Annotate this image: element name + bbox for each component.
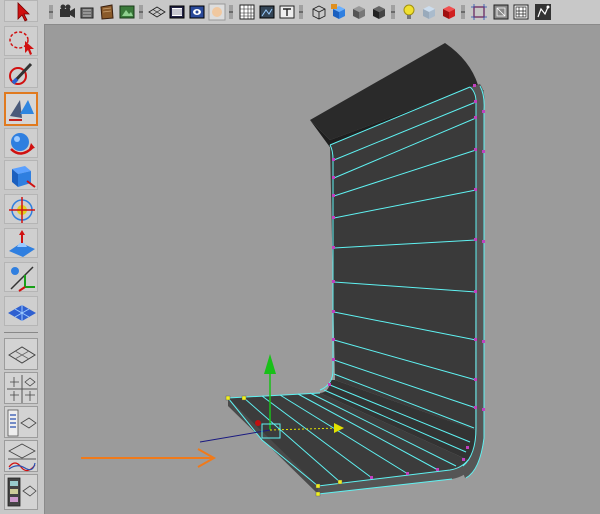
toolbar-separator <box>228 3 234 21</box>
hypershade-perspective-layout-button[interactable] <box>4 474 38 510</box>
perspective-viewport[interactable] <box>45 25 600 514</box>
lasso-tool-icon <box>9 31 34 55</box>
select-tool-icon <box>17 2 30 22</box>
outliner-perspective-layout-button[interactable] <box>4 406 38 438</box>
wireframe-cube-icon <box>312 5 326 20</box>
camera-aim-button[interactable] <box>78 3 96 21</box>
toolbar-separator <box>460 3 466 21</box>
toolbar-separator <box>138 3 144 21</box>
single-perspective-layout-button[interactable] <box>4 338 38 370</box>
move-tool-icon <box>9 100 34 121</box>
graph-perspective-layout-icon <box>8 443 36 472</box>
wireframe-cube-button[interactable] <box>310 3 328 21</box>
wireframe-on-shaded-icon <box>493 4 509 20</box>
safe-title-button[interactable] <box>278 3 296 21</box>
four-view-layout-icon <box>7 375 37 403</box>
soft-modification-icon <box>9 230 35 257</box>
flat-shade-button[interactable] <box>350 3 368 21</box>
grid-toggle-button[interactable] <box>148 3 166 21</box>
light-bulb-icon <box>403 4 415 19</box>
last-tool-used-button[interactable] <box>4 296 38 326</box>
shaded-sphere-icon <box>208 3 226 21</box>
rotate-tool-icon <box>10 133 35 155</box>
snapshot-icon <box>535 4 551 20</box>
graph-perspective-layout-button[interactable] <box>4 440 38 472</box>
rotate-tool-button[interactable] <box>4 128 38 158</box>
annotation-arrow <box>81 448 217 468</box>
isolate-select-button[interactable] <box>440 3 458 21</box>
isolate-select-icon <box>443 6 455 19</box>
backface-icon <box>513 4 529 20</box>
toolbox-divider <box>4 332 38 333</box>
camera-button[interactable] <box>58 3 76 21</box>
shaded-sphere-button[interactable] <box>208 3 226 21</box>
paint-select-tool-icon <box>9 62 33 85</box>
field-chart-icon <box>239 4 255 20</box>
toolbar-separator <box>390 3 396 21</box>
film-gate-icon <box>169 5 185 19</box>
viewport-canvas[interactable] <box>45 25 600 514</box>
toolbar-separator <box>48 3 54 21</box>
smooth-shade-button[interactable] <box>330 3 348 21</box>
single-perspective-layout-icon <box>8 346 36 364</box>
toolbar-separator <box>298 3 304 21</box>
select-tool-button[interactable] <box>4 0 38 22</box>
paint-select-tool-button[interactable] <box>4 58 38 88</box>
show-manipulator-button[interactable] <box>4 262 38 292</box>
scale-tool-button[interactable] <box>4 160 38 190</box>
four-view-layout-button[interactable] <box>4 372 38 404</box>
show-manipulator-icon <box>10 266 35 292</box>
snapshot-button[interactable] <box>534 3 552 21</box>
frame-selection-button[interactable] <box>470 3 488 21</box>
xray-button[interactable] <box>420 3 438 21</box>
soft-modification-button[interactable] <box>4 228 38 258</box>
bounding-box-icon <box>373 6 385 19</box>
lasso-tool-button[interactable] <box>4 26 38 56</box>
manipulator-pivot[interactable] <box>255 420 261 426</box>
bounding-box-button[interactable] <box>370 3 388 21</box>
safe-action-icon <box>259 5 275 19</box>
frame-selection-icon <box>471 4 487 20</box>
ipr-render-button[interactable] <box>118 3 136 21</box>
outliner-perspective-layout-icon <box>7 409 37 437</box>
resolution-gate-icon <box>189 5 205 19</box>
grid-toggle-icon <box>148 6 166 18</box>
camera-aim-icon <box>80 7 94 19</box>
backface-button[interactable] <box>512 3 530 21</box>
light-bulb-button[interactable] <box>400 3 418 21</box>
mesh-wall-face <box>330 87 476 430</box>
ipr-render-icon <box>119 5 135 19</box>
universal-manipulator-icon <box>9 197 35 223</box>
last-tool-used-icon <box>8 305 36 321</box>
camera-icon <box>60 4 75 18</box>
scale-tool-icon <box>12 166 36 188</box>
xray-icon <box>423 6 435 19</box>
move-tool-button[interactable] <box>4 92 38 126</box>
panel-toolbar <box>44 0 600 25</box>
safe-action-button[interactable] <box>258 3 276 21</box>
texture-icon <box>100 4 114 20</box>
texture-button[interactable] <box>98 3 116 21</box>
wireframe-on-shaded-button[interactable] <box>492 3 510 21</box>
smooth-shade-icon <box>331 4 345 19</box>
manipulator-y-handle[interactable] <box>264 354 276 374</box>
flat-shade-icon <box>353 6 365 19</box>
tool-box <box>0 0 45 514</box>
resolution-gate-button[interactable] <box>188 3 206 21</box>
field-chart-button[interactable] <box>238 3 256 21</box>
film-gate-button[interactable] <box>168 3 186 21</box>
universal-manipulator-button[interactable] <box>4 194 38 224</box>
safe-title-icon <box>279 5 295 19</box>
hypershade-perspective-layout-icon <box>7 477 37 507</box>
